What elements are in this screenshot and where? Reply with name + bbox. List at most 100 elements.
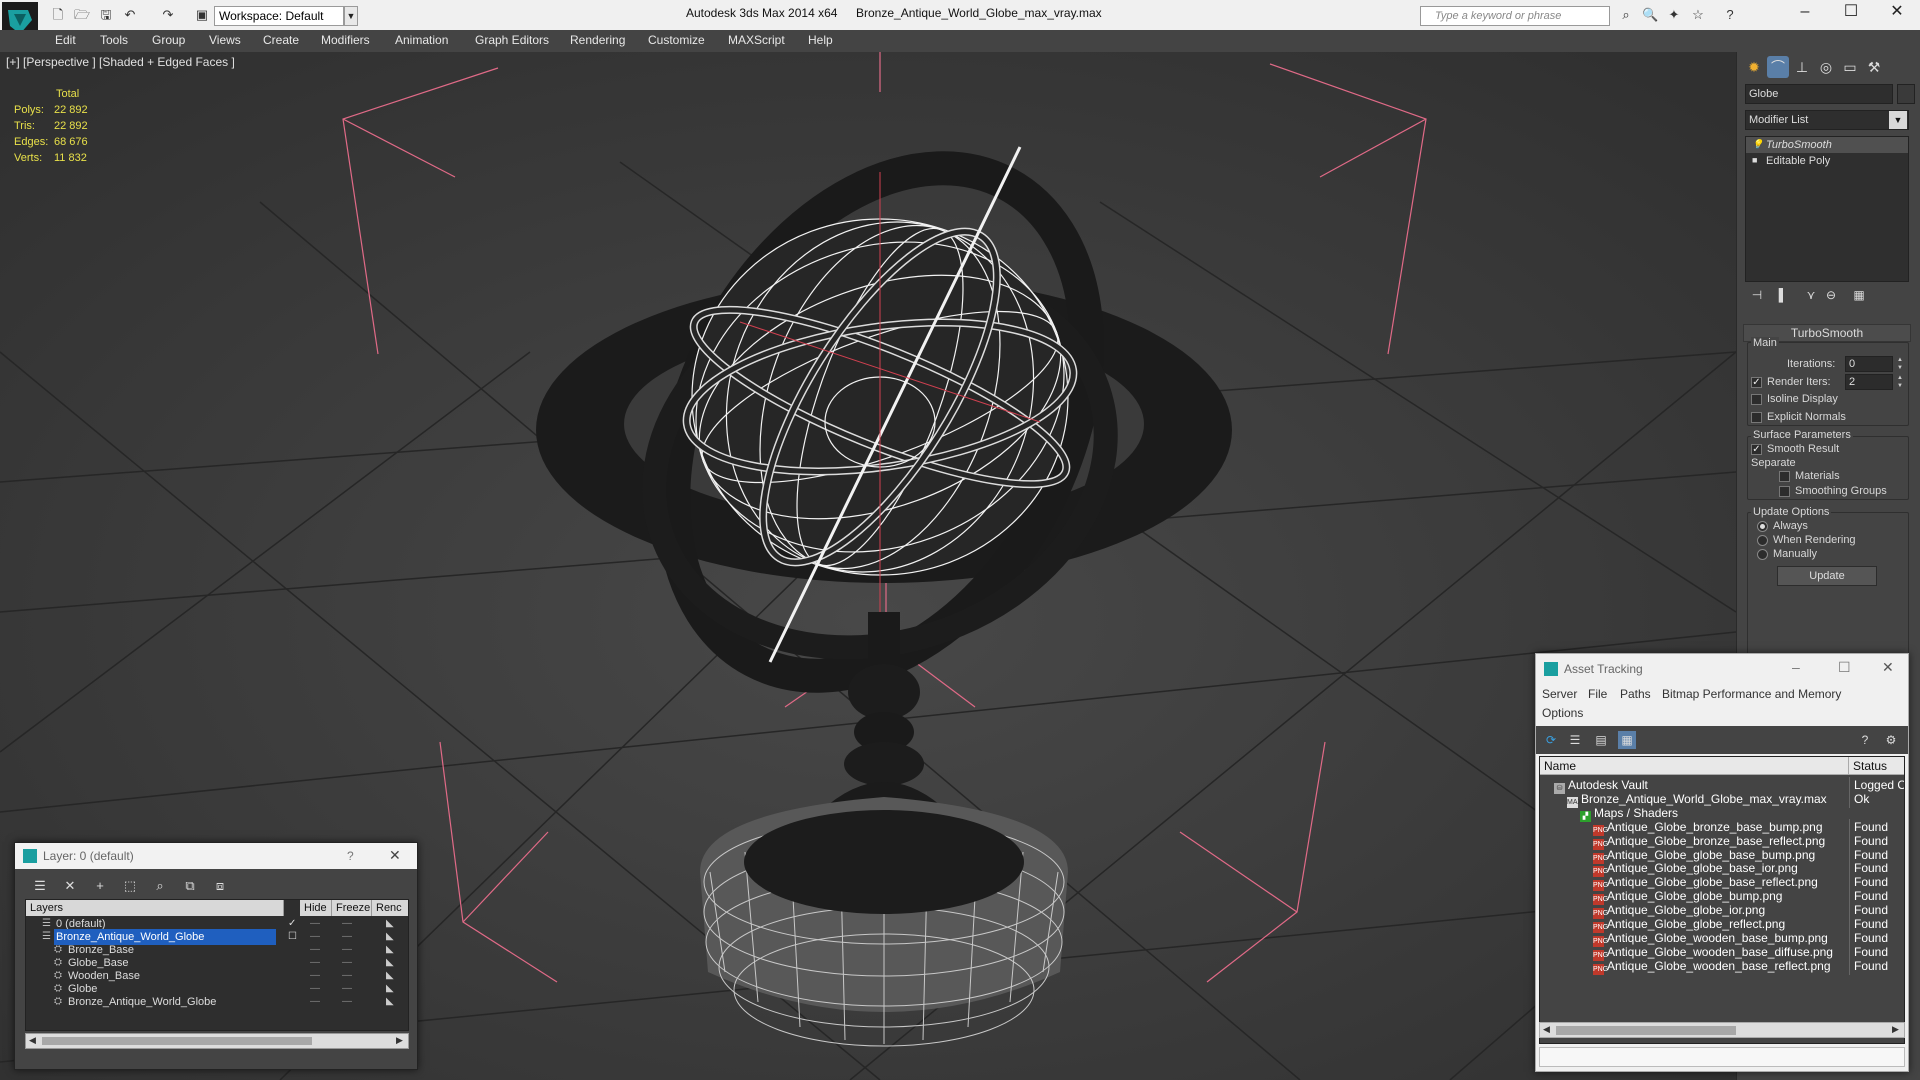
layer-row[interactable]: ⛭ Bronze_Antique_World_Globe — — ◣ bbox=[26, 994, 408, 1010]
object-name-field[interactable]: Globe bbox=[1745, 84, 1893, 104]
scroll-right-icon[interactable]: ▶ bbox=[396, 1035, 403, 1046]
horizontal-scrollbar[interactable]: ◀ ▶ bbox=[1539, 1022, 1905, 1038]
save-file-icon[interactable]: 🖫 bbox=[98, 7, 114, 23]
hierarchy-tab-icon[interactable]: ⊥ bbox=[1791, 56, 1813, 78]
menu-options[interactable]: Options bbox=[1542, 706, 1583, 720]
materials-checkbox[interactable] bbox=[1779, 471, 1790, 482]
column-header[interactable]: Status bbox=[1849, 757, 1904, 775]
scroll-right-icon[interactable]: ▶ bbox=[1892, 1024, 1899, 1035]
lightbulb-icon[interactable]: 💡 bbox=[1752, 140, 1763, 149]
table-view-icon[interactable]: ▦ bbox=[1618, 731, 1636, 749]
render-iters-spinner[interactable]: 2 bbox=[1845, 374, 1893, 390]
minimize-button[interactable]: – bbox=[1782, 0, 1828, 26]
horizontal-scrollbar[interactable]: ◀ ▶ bbox=[25, 1033, 409, 1049]
asset-row[interactable]: PNGAntique_Globe_wooden_base_reflect.png… bbox=[1540, 957, 1904, 975]
workspace-dropdown[interactable]: Workspace: Default bbox=[214, 6, 344, 26]
render-iters-checkbox[interactable]: ✓ bbox=[1751, 377, 1762, 388]
maximize-icon[interactable]: ☐ bbox=[1838, 659, 1851, 676]
open-file-icon[interactable]: 🗁 bbox=[74, 7, 90, 23]
undo-icon[interactable]: ↶ bbox=[122, 7, 138, 23]
menu-paths[interactable]: Paths bbox=[1620, 687, 1651, 701]
remove-modifier-icon[interactable]: ⊖ bbox=[1821, 288, 1841, 306]
menu-customize[interactable]: Customize bbox=[648, 33, 705, 47]
modifier-list-dropdown[interactable]: Modifier List bbox=[1745, 110, 1909, 130]
display-tab-icon[interactable]: ▭ bbox=[1839, 56, 1861, 78]
iterations-spinner[interactable]: 0 bbox=[1845, 356, 1893, 372]
add-to-layer-icon[interactable]: + bbox=[91, 877, 109, 895]
freeze-toggle-icon[interactable]: — bbox=[342, 994, 352, 1010]
minimize-icon[interactable]: – bbox=[1792, 659, 1800, 675]
search-icon[interactable]: 🔍 bbox=[1642, 7, 1658, 23]
chevron-down-icon[interactable]: ▼ bbox=[344, 6, 358, 26]
render-toggle-icon[interactable]: ◣ bbox=[386, 994, 394, 1010]
close-icon[interactable]: ✕ bbox=[1882, 659, 1894, 676]
highlight-layer-icon[interactable]: ⌕ bbox=[151, 877, 169, 895]
motion-tab-icon[interactable]: ◎ bbox=[1815, 56, 1837, 78]
stack-item-editable-poly[interactable]: ■ Editable Poly bbox=[1746, 153, 1908, 169]
menu-bitmap-performance[interactable]: Bitmap Performance and Memory bbox=[1662, 687, 1841, 701]
binoculars-icon[interactable]: ⌕ bbox=[1618, 7, 1634, 23]
menu-group[interactable]: Group bbox=[152, 33, 185, 47]
select-objects-icon[interactable]: ⬚ bbox=[121, 877, 139, 895]
viewport-label[interactable]: [+] [Perspective ] [Shaded + Edged Faces… bbox=[6, 55, 235, 69]
detail-view-icon[interactable]: ▤ bbox=[1592, 731, 1610, 749]
keyword-search-input[interactable]: Type a keyword or phrase bbox=[1420, 6, 1610, 26]
always-radio[interactable] bbox=[1757, 521, 1768, 532]
scroll-left-icon[interactable]: ◀ bbox=[29, 1035, 36, 1046]
stack-item-turbosmooth[interactable]: 💡 TurboSmooth bbox=[1746, 137, 1908, 153]
layer-name[interactable]: Bronze_Antique_World_Globe bbox=[66, 994, 216, 1010]
freeze-all-icon[interactable]: ⧈ bbox=[211, 877, 229, 895]
menu-edit[interactable]: Edit bbox=[55, 33, 76, 47]
utilities-tab-icon[interactable]: ⚒ bbox=[1863, 56, 1885, 78]
menu-modifiers[interactable]: Modifiers bbox=[321, 33, 370, 47]
column-header[interactable]: Layers bbox=[26, 900, 284, 916]
communication-center-icon[interactable]: ✦ bbox=[1666, 7, 1682, 23]
smoothing-groups-checkbox[interactable] bbox=[1779, 486, 1790, 497]
modify-tab-icon[interactable]: ⌒ bbox=[1767, 56, 1789, 78]
close-icon[interactable]: ✕ bbox=[389, 847, 401, 864]
configure-modifier-sets-icon[interactable]: ▦ bbox=[1849, 288, 1869, 306]
when-rendering-radio[interactable] bbox=[1757, 535, 1768, 546]
menu-help[interactable]: Help bbox=[808, 33, 833, 47]
hide-all-icon[interactable]: ⧉ bbox=[181, 877, 199, 895]
menu-graph-editors[interactable]: Graph Editors bbox=[475, 33, 549, 47]
menu-maxscript[interactable]: MAXScript bbox=[728, 33, 785, 47]
object-color-swatch[interactable] bbox=[1897, 84, 1915, 104]
pin-stack-icon[interactable]: ⊣ bbox=[1747, 288, 1767, 306]
help-icon[interactable]: ? bbox=[1856, 731, 1874, 749]
isoline-display-checkbox[interactable] bbox=[1751, 394, 1762, 405]
menu-file[interactable]: File bbox=[1588, 687, 1607, 701]
settings-icon[interactable]: ⚙ bbox=[1882, 731, 1900, 749]
scroll-thumb[interactable] bbox=[1556, 1026, 1736, 1035]
menu-server[interactable]: Server bbox=[1542, 687, 1577, 701]
new-file-icon[interactable]: 🗋 bbox=[50, 7, 66, 23]
help-icon[interactable]: ? bbox=[347, 849, 354, 863]
menu-rendering[interactable]: Rendering bbox=[570, 33, 625, 47]
column-header[interactable]: Name bbox=[1540, 757, 1849, 775]
maximize-button[interactable]: ☐ bbox=[1828, 0, 1874, 26]
list-view-icon[interactable]: ☰ bbox=[1566, 731, 1584, 749]
spinner-arrows-icon[interactable]: ▲ ▼ bbox=[1895, 374, 1905, 390]
hide-toggle-icon[interactable]: — bbox=[310, 994, 320, 1010]
chevron-down-icon[interactable]: ▼ bbox=[1889, 111, 1907, 129]
menu-tools[interactable]: Tools bbox=[100, 33, 128, 47]
create-tab-icon[interactable]: ✹ bbox=[1743, 56, 1765, 78]
make-unique-icon[interactable]: ⋎ bbox=[1801, 288, 1821, 306]
scroll-left-icon[interactable]: ◀ bbox=[1543, 1024, 1550, 1035]
favorites-star-icon[interactable]: ☆ bbox=[1690, 7, 1706, 23]
refresh-icon[interactable]: ⟳ bbox=[1542, 731, 1560, 749]
spinner-arrows-icon[interactable]: ▲ ▼ bbox=[1895, 356, 1905, 372]
explicit-normals-checkbox[interactable] bbox=[1751, 412, 1762, 423]
column-header[interactable]: Renc bbox=[372, 900, 408, 916]
column-header[interactable]: Freeze bbox=[332, 900, 372, 916]
show-end-result-icon[interactable]: ▌ bbox=[1773, 288, 1793, 306]
update-button[interactable]: Update bbox=[1777, 566, 1877, 586]
project-folder-icon[interactable]: ▣ bbox=[194, 7, 210, 23]
column-header[interactable]: Hide bbox=[300, 900, 332, 916]
manually-radio[interactable] bbox=[1757, 549, 1768, 560]
help-icon[interactable]: ? bbox=[1722, 7, 1738, 23]
menu-animation[interactable]: Animation bbox=[395, 33, 448, 47]
redo-icon[interactable]: ↷ bbox=[160, 7, 176, 23]
smooth-result-checkbox[interactable]: ✓ bbox=[1751, 444, 1762, 455]
menu-views[interactable]: Views bbox=[209, 33, 241, 47]
